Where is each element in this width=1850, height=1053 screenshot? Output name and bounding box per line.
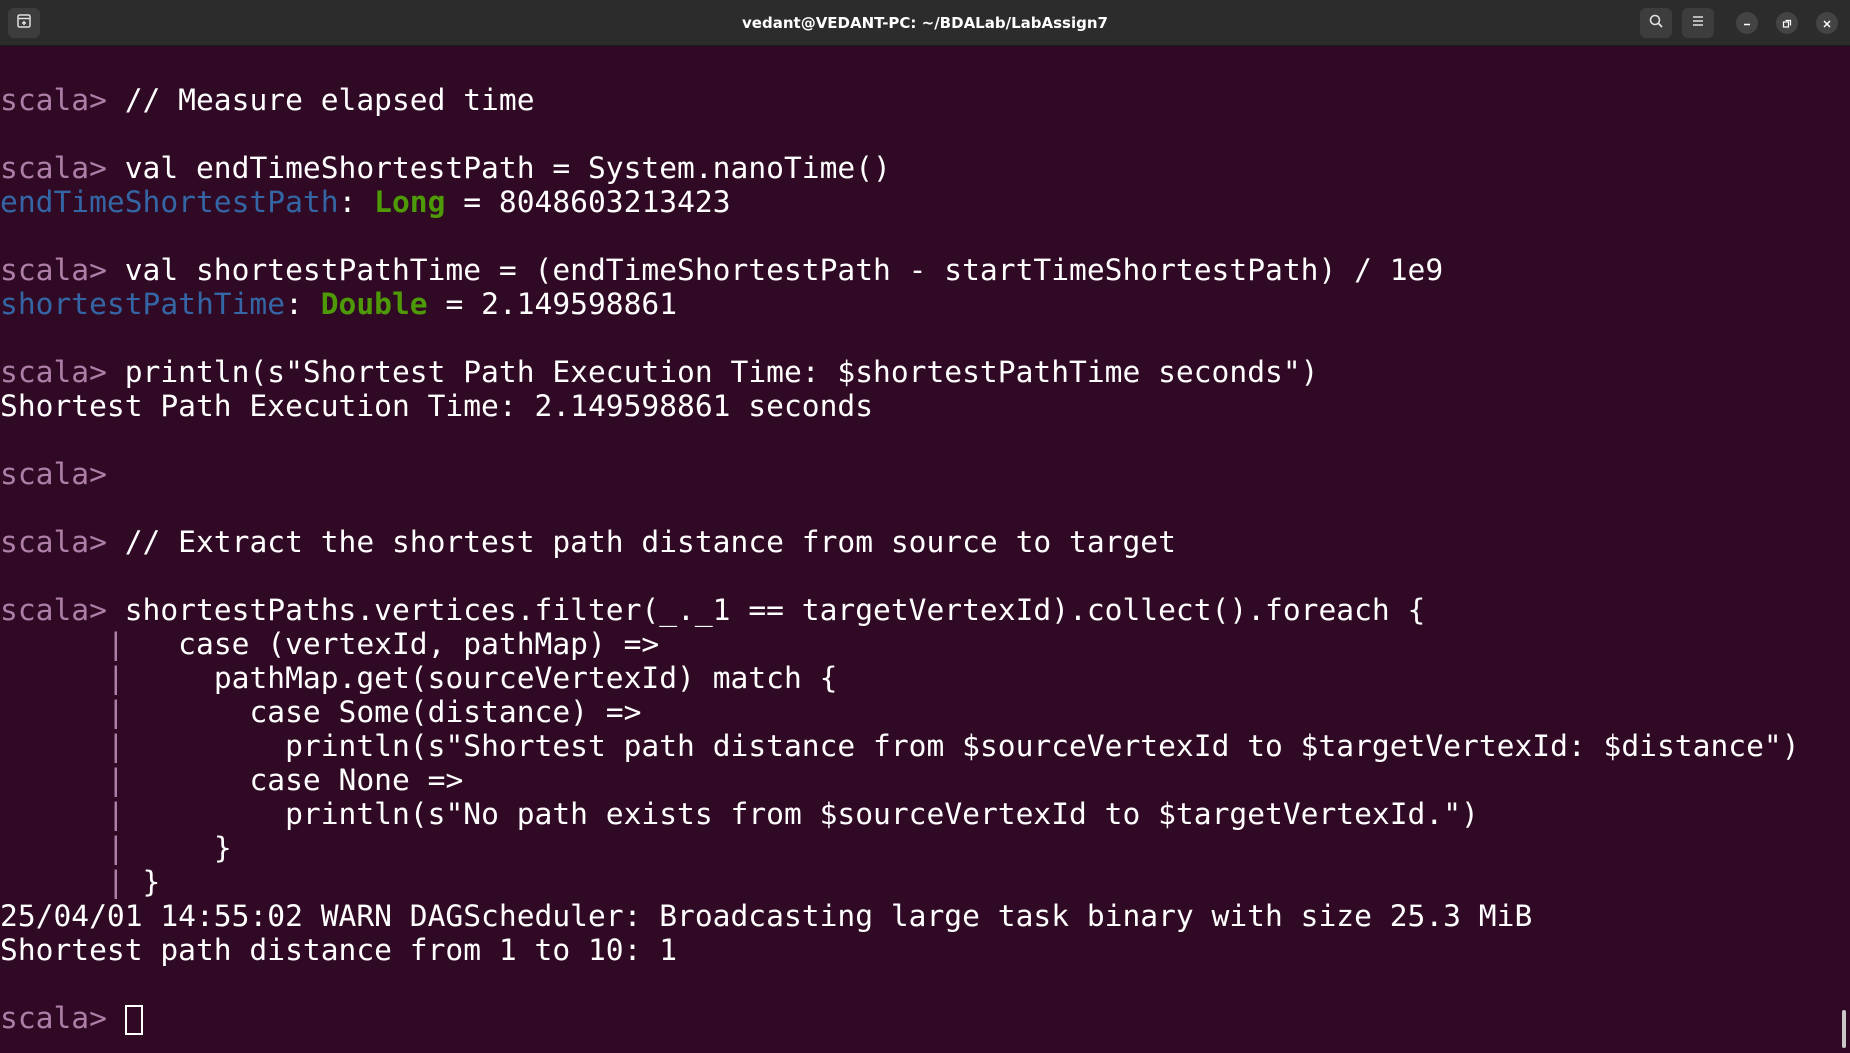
continuation-marker: | [106, 763, 125, 797]
terminal-line: scala> [0, 457, 1830, 491]
continuation-line: | println(s"No path exists from $sourceV… [0, 797, 1830, 831]
continuation-line: | case Some(distance) => [0, 695, 1830, 729]
text-cursor [124, 1005, 143, 1035]
terminal-line: scala> [0, 1001, 1830, 1035]
command-text: // Measure elapsed time [106, 83, 535, 117]
new-tab-button[interactable] [8, 8, 40, 38]
continuation-line: | } [0, 831, 1830, 865]
code-text: case None => [124, 763, 464, 797]
prompt: scala> [0, 593, 107, 627]
new-tab-icon [16, 13, 32, 33]
terminal-line: scala> // Measure elapsed time [0, 83, 1830, 117]
command-text: val shortestPathTime = (endTimeShortestP… [106, 253, 1444, 287]
code-text: case (vertexId, pathMap) => [124, 627, 660, 661]
continuation-marker: | [106, 627, 125, 661]
scrollbar-thumb[interactable] [1842, 1010, 1846, 1048]
warning-line: 25/04/01 14:55:02 WARN DAGScheduler: Bro… [0, 899, 1533, 933]
continuation-line: | pathMap.get(sourceVertexId) match { [0, 661, 1830, 695]
search-button[interactable] [1640, 8, 1672, 38]
maximize-button[interactable] [1776, 12, 1798, 34]
value-name: shortestPathTime [0, 287, 286, 321]
code-text: println(s"Shortest path distance from $s… [124, 729, 1800, 763]
continuation-line: | } [0, 865, 1830, 899]
result-value: = 8048603213423 [445, 185, 731, 219]
continuation-marker: | [106, 865, 125, 899]
prompt: scala> [0, 355, 107, 389]
prompt: scala> [0, 525, 107, 559]
menu-button[interactable] [1682, 8, 1714, 38]
minimize-button[interactable] [1736, 12, 1758, 34]
hamburger-menu-icon [1690, 13, 1706, 33]
command-text: val endTimeShortestPath = System.nanoTim… [106, 151, 891, 185]
continuation-marker: | [106, 729, 125, 763]
terminal-line: scala> println(s"Shortest Path Execution… [0, 355, 1830, 389]
continuation-marker: | [106, 831, 125, 865]
continuation-line: | case None => [0, 763, 1830, 797]
prompt: scala> [0, 457, 107, 491]
continuation-marker: | [106, 661, 125, 695]
title-bar: vedant@VEDANT-PC: ~/BDALab/LabAssign7 [0, 0, 1850, 46]
output-line: Shortest path distance from 1 to 10: 1 [0, 933, 678, 967]
terminal-line: scala> val shortestPathTime = (endTimeSh… [0, 253, 1830, 287]
terminal-line: scala> shortestPaths.vertices.filter(_._… [0, 593, 1830, 627]
prompt: scala> [0, 83, 107, 117]
close-button[interactable] [1816, 12, 1838, 34]
result-line: shortestPathTime: Double = 2.149598861 [0, 287, 1830, 321]
continuation-line: | println(s"Shortest path distance from … [0, 729, 1830, 763]
prompt: scala> [0, 151, 107, 185]
continuation-marker: | [106, 797, 125, 831]
prompt: scala> [0, 1001, 107, 1035]
separator: : [285, 287, 321, 321]
terminal-line: scala> val endTimeShortestPath = System.… [0, 151, 1830, 185]
result-line: endTimeShortestPath: Long = 804860321342… [0, 185, 1830, 219]
code-text: pathMap.get(sourceVertexId) match { [124, 661, 838, 695]
terminal-window: vedant@VEDANT-PC: ~/BDALab/LabAssign7 sc… [0, 0, 1850, 1053]
output-line: Shortest Path Execution Time: 2.14959886… [0, 389, 874, 423]
close-icon [1822, 14, 1832, 33]
code-text: case Some(distance) => [124, 695, 642, 729]
maximize-icon [1782, 14, 1792, 33]
continuation-marker: | [106, 695, 125, 729]
type-name: Double [320, 287, 428, 321]
separator: : [338, 185, 375, 219]
result-value: = 2.149598861 [427, 287, 678, 321]
value-name: endTimeShortestPath [0, 185, 339, 219]
type-name: Long [374, 185, 446, 219]
minimize-icon [1742, 14, 1752, 33]
command-text: shortestPaths.vertices.filter(_._1 == ta… [106, 593, 1426, 627]
command-text: // Extract the shortest path distance fr… [106, 525, 1176, 559]
terminal-line: scala> // Extract the shortest path dist… [0, 525, 1830, 559]
code-text: println(s"No path exists from $sourceVer… [124, 797, 1479, 831]
command-text: println(s"Shortest Path Execution Time: … [106, 355, 1319, 389]
code-text: } [124, 865, 161, 899]
search-icon [1648, 13, 1664, 33]
code-text: } [124, 831, 232, 865]
continuation-line: | case (vertexId, pathMap) => [0, 627, 1830, 661]
prompt: scala> [0, 253, 107, 287]
window-title: vedant@VEDANT-PC: ~/BDALab/LabAssign7 [742, 14, 1108, 32]
terminal-output[interactable]: scala> // Measure elapsed time scala> va… [0, 83, 1830, 1053]
